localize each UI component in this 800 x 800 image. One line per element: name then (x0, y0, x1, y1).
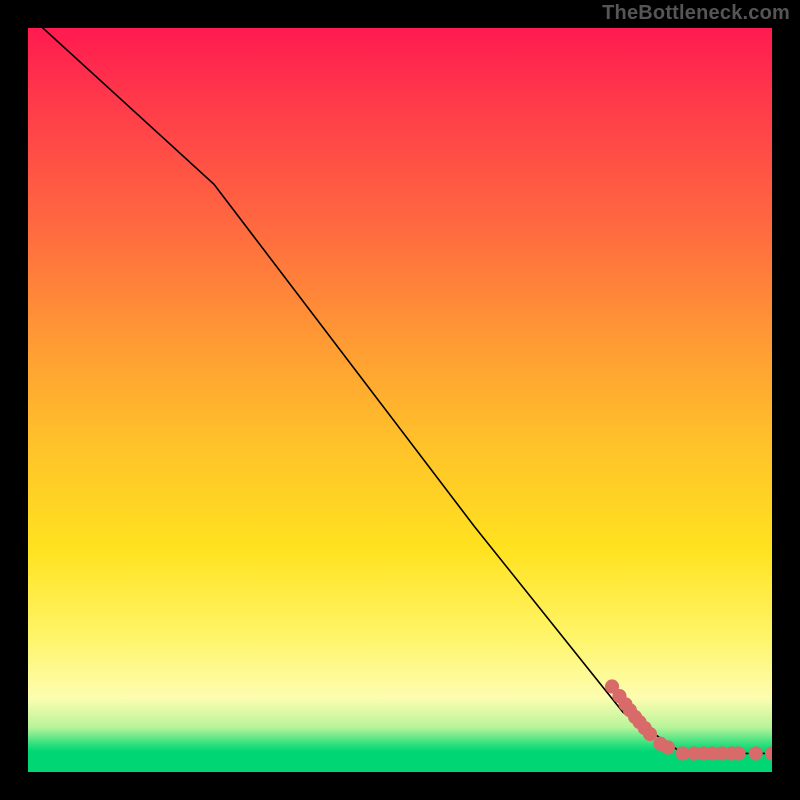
plot-area (28, 28, 772, 772)
chart-svg (28, 28, 772, 772)
scatter-point (643, 727, 657, 741)
scatter-point (749, 746, 763, 760)
scatter-cluster (605, 679, 772, 760)
watermark-text: TheBottleneck.com (602, 2, 790, 25)
scatter-point (765, 746, 772, 760)
scatter-point (731, 746, 745, 760)
scatter-point (661, 740, 675, 754)
black-curve (43, 28, 772, 753)
chart-frame: TheBottleneck.com (0, 0, 800, 800)
